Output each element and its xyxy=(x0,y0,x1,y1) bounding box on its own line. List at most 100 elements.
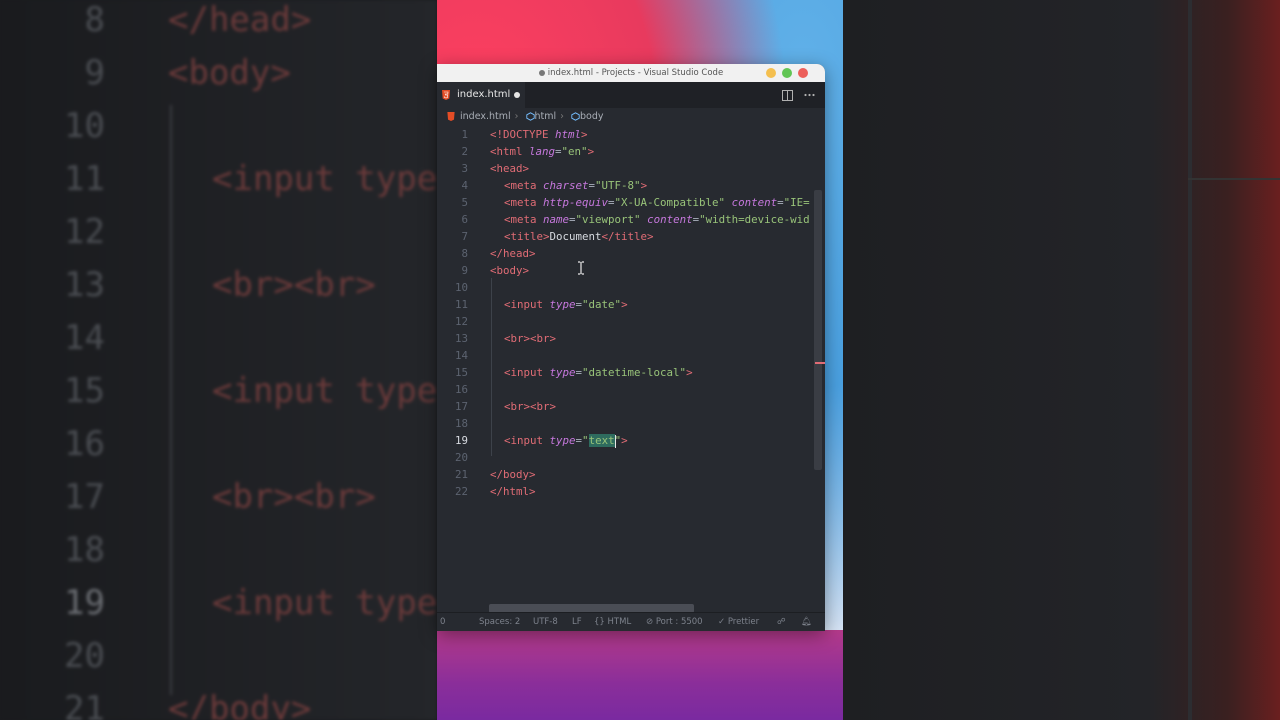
bg-line-17: 17 <br><br> xyxy=(0,477,437,527)
code-line-1: 1 <!DOCTYPE html> xyxy=(437,126,825,143)
line-number: 18 xyxy=(454,417,468,430)
token: <br><br> xyxy=(504,332,557,345)
token: > xyxy=(587,145,595,158)
token: > xyxy=(581,128,588,141)
modified-dot-icon[interactable] xyxy=(514,92,520,98)
status-bar: 0 Spaces: 2 UTF-8 LF {} HTML ⊘ Port : 55… xyxy=(437,612,825,631)
line-number: 11 xyxy=(454,298,468,311)
bg-line-number: 10 xyxy=(64,106,105,146)
line-content: <!DOCTYPE html> xyxy=(490,126,588,143)
selected-text: text xyxy=(588,434,615,447)
notifications-bell-icon[interactable]: 🔔︎ xyxy=(801,613,812,631)
background-blurred-code: 8 </head> 9 <body> 10 11 <input type 12 13 <… xyxy=(0,0,437,720)
breadcrumb-html[interactable]: html xyxy=(535,111,557,122)
line-number: 3 xyxy=(461,162,468,175)
token: <body> xyxy=(490,264,530,277)
token: " xyxy=(582,434,589,447)
code-line-17: 17 <br><br> xyxy=(437,398,825,415)
code-line-9: 9 <body> xyxy=(437,262,825,279)
text-cursor-ibeam-icon xyxy=(578,261,584,275)
unsaved-dot-icon xyxy=(538,69,545,76)
bg-line-20: 20 xyxy=(0,636,437,686)
more-actions-icon[interactable] xyxy=(804,93,815,97)
bg-line-8: 8 </head> xyxy=(0,0,437,50)
code-line-21: 21 </body> xyxy=(437,466,825,483)
bg-code-text: <input type xyxy=(212,583,437,623)
bg-line-13: 13 <br><br> xyxy=(0,265,437,315)
bg-line-number: 18 xyxy=(64,530,105,570)
token: "datetime-local" xyxy=(582,366,687,379)
bg-line-number: 20 xyxy=(64,636,105,676)
token: lang xyxy=(529,145,556,158)
token: <meta xyxy=(504,179,544,192)
tab-index-html[interactable]: index.html xyxy=(437,82,525,108)
line-content: </body> xyxy=(490,466,536,483)
line-content: </html> xyxy=(490,483,536,500)
bg-code-text: <body> xyxy=(168,53,291,93)
split-editor-icon[interactable] xyxy=(781,89,793,101)
feedback-icon[interactable]: ☍ xyxy=(777,613,786,631)
token: <br><br> xyxy=(504,400,557,413)
token: html xyxy=(555,128,582,141)
bg-line-number: 19 xyxy=(64,583,105,623)
status-language[interactable]: {} HTML xyxy=(594,613,631,631)
window-titlebar[interactable]: index.html - Projects - Visual Studio Co… xyxy=(437,64,825,82)
bg-code-text: </body> xyxy=(168,689,312,720)
token: "viewport" xyxy=(575,213,641,226)
token: <html xyxy=(490,145,530,158)
line-content: <input type="text"> xyxy=(490,432,628,449)
vertical-scrollbar[interactable] xyxy=(814,190,822,470)
token: "IE= xyxy=(783,196,810,209)
token: </head> xyxy=(490,247,536,260)
token: content xyxy=(725,196,778,209)
background-divider xyxy=(1188,178,1280,180)
bg-line-18: 18 xyxy=(0,530,437,580)
bg-code-text: <br><br> xyxy=(212,477,376,517)
line-number: 21 xyxy=(454,468,468,481)
token: "UTF-8" xyxy=(595,179,641,192)
status-prettier[interactable]: ✓ Prettier xyxy=(718,613,759,631)
line-content: <head> xyxy=(490,160,529,177)
close-button[interactable] xyxy=(798,68,808,78)
breadcrumb-file[interactable]: index.html xyxy=(460,111,511,122)
bg-line-21: 21 </body> xyxy=(0,689,437,720)
breadcrumb-body[interactable]: body xyxy=(580,111,604,122)
bg-line-number: 21 xyxy=(64,689,105,720)
status-live-server[interactable]: ⊘ Port : 5500 xyxy=(646,613,703,631)
status-encoding[interactable]: UTF-8 xyxy=(533,613,558,631)
token: > xyxy=(686,366,693,379)
line-content: <html lang="en"> xyxy=(490,143,594,160)
status-indentation[interactable]: Spaces: 2 xyxy=(479,613,520,631)
html5-icon xyxy=(442,90,450,100)
code-editor[interactable]: 1 <!DOCTYPE html> 2 <html lang="en"> 3 <hea… xyxy=(437,126,825,611)
code-line-18: 18 xyxy=(437,415,825,432)
bg-line-number: 14 xyxy=(64,318,105,358)
code-line-20: 20 xyxy=(437,449,825,466)
code-line-8: 8 </head> xyxy=(437,245,825,262)
line-content: <meta charset="UTF-8"> xyxy=(490,177,647,194)
status-problems[interactable]: 0 xyxy=(440,613,445,631)
line-content: </head> xyxy=(490,245,536,262)
bg-line-number: 11 xyxy=(64,159,105,199)
status-eol[interactable]: LF xyxy=(572,613,582,631)
bg-line-9: 9 <body> xyxy=(0,53,437,103)
line-content: <br><br> xyxy=(490,330,556,347)
line-number: 10 xyxy=(454,281,468,294)
token: type xyxy=(549,434,576,447)
code-line-2: 2 <html lang="en"> xyxy=(437,143,825,160)
braces-icon: {} xyxy=(594,617,605,627)
code-line-6: 6 <meta name="viewport" content="width=de… xyxy=(437,211,825,228)
maximize-button[interactable] xyxy=(782,68,792,78)
line-number: 9 xyxy=(461,264,468,277)
breadcrumb-separator: › xyxy=(560,111,564,122)
status-prettier-label: Prettier xyxy=(727,617,760,627)
code-line-14: 14 xyxy=(437,347,825,364)
token: <!DOCTYPE xyxy=(490,128,556,141)
code-line-13: 13 <br><br> xyxy=(437,330,825,347)
minimize-button[interactable] xyxy=(766,68,776,78)
bg-line-19: 19 <input type xyxy=(0,583,437,633)
line-number: 14 xyxy=(454,349,468,362)
block-icon: ⊘ xyxy=(646,617,654,627)
vscode-window: index.html - Projects - Visual Studio Co… xyxy=(437,64,825,631)
bg-code-text: <br><br> xyxy=(212,265,376,305)
